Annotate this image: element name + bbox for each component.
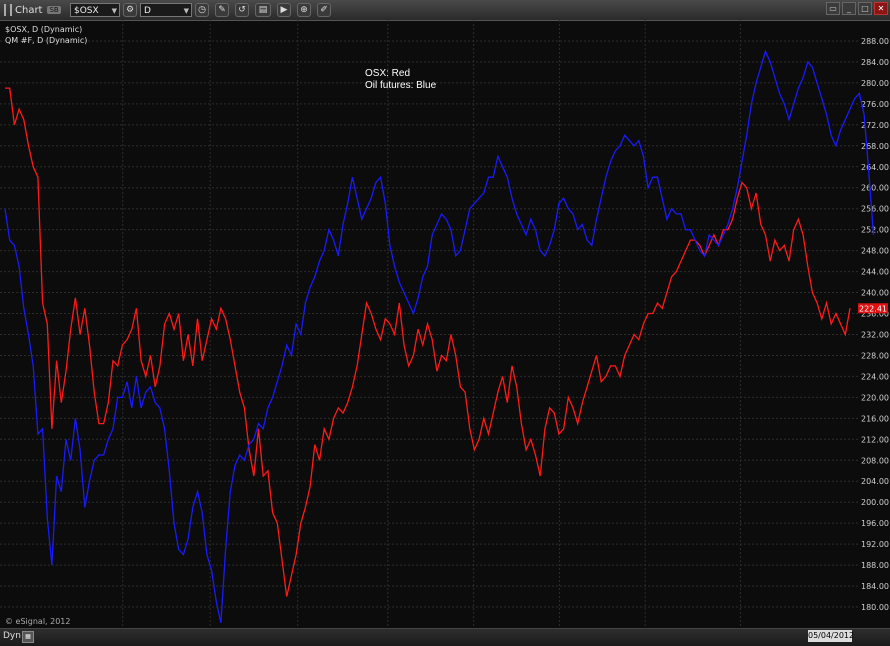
y-tick-label: 284.00 (861, 58, 889, 67)
y-tick-label: 276.00 (861, 100, 889, 109)
series-line-osx (5, 87, 851, 597)
y-tick-label: 188.00 (861, 561, 889, 570)
grid-lines (0, 20, 858, 628)
series-line-oil (4, 49, 875, 623)
last-value-label: 222.41 (859, 304, 887, 313)
y-tick-label: 240.00 (861, 289, 889, 298)
y-tick-label: 184.00 (861, 582, 889, 591)
annotation-oil: Oil futures: Blue (365, 80, 437, 91)
annotation-osx: OSX: Red (365, 68, 410, 79)
y-tick-label: 228.00 (861, 351, 889, 360)
y-tick-label: 192.00 (861, 540, 889, 549)
y-tick-label: 212.00 (861, 435, 889, 444)
y-tick-label: 248.00 (861, 247, 889, 256)
y-tick-label: 252.00 (861, 226, 889, 235)
y-tick-label: 260.00 (861, 184, 889, 193)
y-tick-label: 204.00 (861, 477, 889, 486)
y-tick-label: 196.00 (861, 519, 889, 528)
y-tick-label: 224.00 (861, 372, 889, 381)
y-tick-label: 232.00 (861, 330, 889, 339)
y-tick-label: 268.00 (861, 142, 889, 151)
legend-oil: QM #F, D (Dynamic) (5, 36, 88, 45)
y-tick-label: 256.00 (861, 205, 889, 214)
y-tick-label: 220.00 (861, 393, 889, 402)
y-tick-label: 288.00 (861, 37, 889, 46)
legend-osx: $OSX, D (Dynamic) (5, 25, 83, 34)
copyright-label: © eSignal, 2012 (5, 617, 71, 626)
y-tick-label: 280.00 (861, 79, 889, 88)
y-tick-label: 208.00 (861, 456, 889, 465)
y-tick-label: 264.00 (861, 163, 889, 172)
chart-window: Chart SB $OSX ▼ ⚙ D ▼ ◷ ✎ ↺ ▤ ▶ ⊕ ✐ ▭ _ … (0, 0, 890, 646)
y-tick-label: 180.00 (861, 603, 889, 612)
time-axis-bar: Dyn ▦ (0, 628, 890, 646)
y-tick-label: 244.00 (861, 268, 889, 277)
date-box: 05/04/2012 (808, 630, 855, 642)
y-tick-label: 216.00 (861, 414, 889, 423)
y-tick-label: 200.00 (861, 498, 889, 507)
last-value-marker: 222.41 (858, 303, 888, 314)
dyn-label[interactable]: Dyn (3, 631, 21, 641)
price-chart[interactable]: 180.00 184.00 188.00 192.00 196.00 200.00 204.… (0, 0, 890, 645)
calendar-icon[interactable]: ▦ (22, 631, 34, 643)
